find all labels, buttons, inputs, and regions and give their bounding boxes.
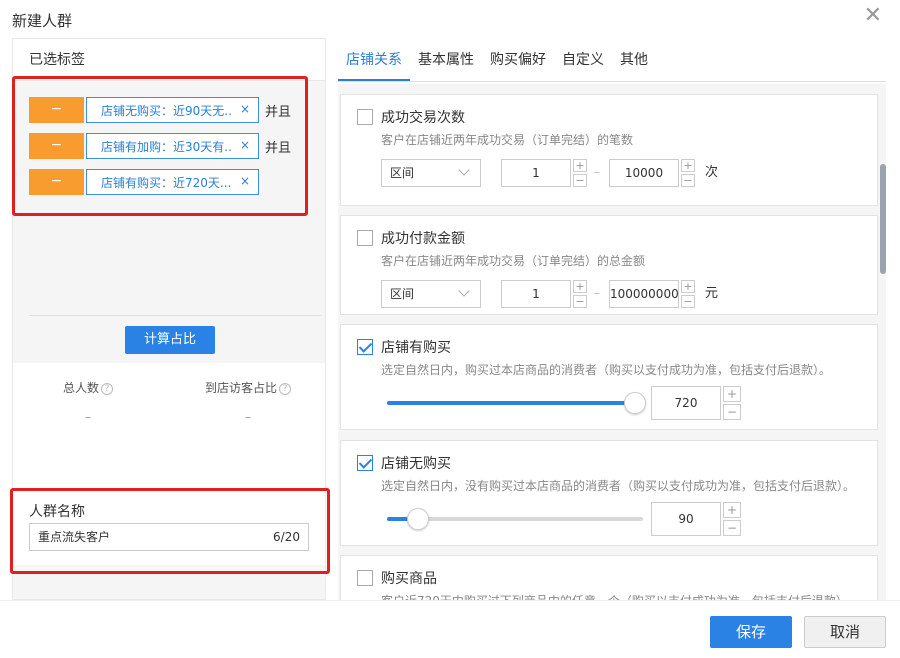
decrement-button[interactable]: − — [681, 174, 695, 187]
unit-label: 元 — [705, 286, 719, 301]
min-input[interactable]: 1 — [501, 159, 571, 187]
option-title: 成功交易次数 — [381, 110, 465, 126]
close-icon[interactable]: ✕ — [864, 5, 882, 27]
stat-total: 总人数? – — [53, 379, 123, 424]
divider — [29, 315, 321, 316]
stat-label: 总人数 — [62, 381, 99, 395]
option-description: 客户在店铺近两年成功交易（订单完结）的总金额 — [381, 254, 646, 268]
chevron-down-icon — [458, 285, 470, 297]
stat-value: – — [245, 410, 251, 424]
increment-button[interactable]: + — [573, 280, 587, 293]
option-description: 选定自然日内，没有购买过本店商品的消费者（购买以支付成功为准，包括支付后退款）。 — [381, 479, 856, 493]
option-title: 店铺有购买 — [381, 340, 451, 356]
option-description: 选定自然日内，购买过本店商品的消费者（购买以支付成功为准，包括支付后退款）。 — [381, 363, 832, 377]
checkbox[interactable] — [357, 109, 373, 125]
slider-handle[interactable] — [406, 508, 429, 530]
increment-button[interactable]: + — [723, 386, 741, 402]
decrement-button[interactable]: − — [573, 295, 587, 308]
tab-store-relation[interactable]: 店铺关系 — [338, 38, 410, 81]
option-card-store-purchased: 店铺有购买 选定自然日内，购买过本店商品的消费者（购买以支付成功为准，包括支付后… — [340, 324, 878, 430]
option-description: 客户在店铺近两年成功交易（订单完结）的笔数 — [381, 133, 634, 147]
range-mode-value: 区间 — [390, 166, 415, 180]
tag-options-list[interactable]: 成功交易次数 客户在店铺近两年成功交易（订单完结）的笔数 区间 1 + − – … — [338, 84, 886, 600]
option-description: 客户近720天内购买过下列商品中的任意一个（购买以支付成功为准，包括支付后退款） — [381, 592, 848, 600]
checkbox[interactable] — [357, 230, 373, 246]
range-separator: – — [594, 286, 600, 300]
days-slider[interactable] — [387, 508, 643, 530]
tab-other[interactable]: 其他 — [612, 38, 656, 81]
increment-button[interactable]: + — [681, 159, 695, 172]
option-card-store-not-purchased: 店铺无购买 选定自然日内，没有购买过本店商品的消费者（购买以支付成功为准，包括支… — [340, 440, 878, 546]
help-icon[interactable]: ? — [279, 382, 291, 395]
highlight-box — [10, 488, 330, 574]
help-icon[interactable]: ? — [101, 382, 113, 395]
chevron-down-icon — [458, 164, 470, 176]
calculate-ratio-button[interactable]: 计算占比 — [125, 326, 215, 354]
days-input[interactable]: 90 — [651, 502, 721, 536]
option-title: 成功付款金额 — [381, 231, 465, 247]
max-input[interactable]: 10000 — [609, 159, 679, 187]
cancel-button[interactable]: 取消 — [804, 616, 886, 648]
days-input[interactable]: 720 — [651, 386, 721, 420]
max-input[interactable]: 100000000 — [609, 280, 679, 308]
option-title: 店铺无购买 — [381, 456, 451, 472]
decrement-button[interactable]: − — [681, 295, 695, 308]
range-separator: – — [594, 165, 600, 179]
slider-handle[interactable] — [624, 392, 647, 414]
scrollbar[interactable] — [880, 164, 886, 274]
range-mode-value: 区间 — [390, 287, 415, 301]
increment-button[interactable]: + — [723, 502, 741, 518]
increment-button[interactable]: + — [573, 159, 587, 172]
tab-purchase-preference[interactable]: 购买偏好 — [482, 38, 554, 81]
dialog-title: 新建人群 — [12, 12, 73, 30]
stat-label: 到店访客占比 — [204, 381, 277, 395]
checkbox[interactable] — [357, 570, 373, 586]
tab-custom[interactable]: 自定义 — [554, 38, 612, 81]
slider-fill — [387, 401, 636, 405]
option-card-trade-count: 成功交易次数 客户在店铺近两年成功交易（订单完结）的笔数 区间 1 + − – … — [340, 94, 878, 206]
option-card-purchased-products: 购买商品 客户近720天内购买过下列商品中的任意一个（购买以支付成功为准，包括支… — [340, 555, 878, 600]
tag-selector-panel: 店铺关系 基本属性 购买偏好 自定义 其他 成功交易次数 客户在店铺近两年成功交… — [338, 38, 886, 600]
range-mode-select[interactable]: 区间 — [381, 280, 481, 308]
tab-bar: 店铺关系 基本属性 购买偏好 自定义 其他 — [338, 38, 886, 82]
decrement-button[interactable]: − — [573, 174, 587, 187]
highlight-box — [12, 76, 308, 216]
increment-button[interactable]: + — [681, 280, 695, 293]
days-slider[interactable] — [387, 392, 647, 414]
stat-value: – — [85, 410, 91, 424]
range-mode-select[interactable]: 区间 — [381, 159, 481, 187]
unit-label: 次 — [705, 165, 719, 180]
selected-tags-heading: 已选标签 — [13, 39, 325, 81]
stat-visitor-ratio: 到店访客占比? – — [193, 379, 303, 424]
decrement-button[interactable]: − — [723, 404, 741, 420]
save-button[interactable]: 保存 — [710, 616, 792, 648]
tab-basic-attributes[interactable]: 基本属性 — [410, 38, 482, 81]
min-input[interactable]: 1 — [501, 280, 571, 308]
checkbox[interactable] — [357, 339, 373, 355]
option-title: 购买商品 — [381, 571, 437, 587]
option-card-payment-amount: 成功付款金额 客户在店铺近两年成功交易（订单完结）的总金额 区间 1 + − –… — [340, 215, 878, 315]
checkbox[interactable] — [357, 455, 373, 471]
dialog-footer: 保存 取消 — [0, 600, 900, 658]
decrement-button[interactable]: − — [723, 520, 741, 536]
